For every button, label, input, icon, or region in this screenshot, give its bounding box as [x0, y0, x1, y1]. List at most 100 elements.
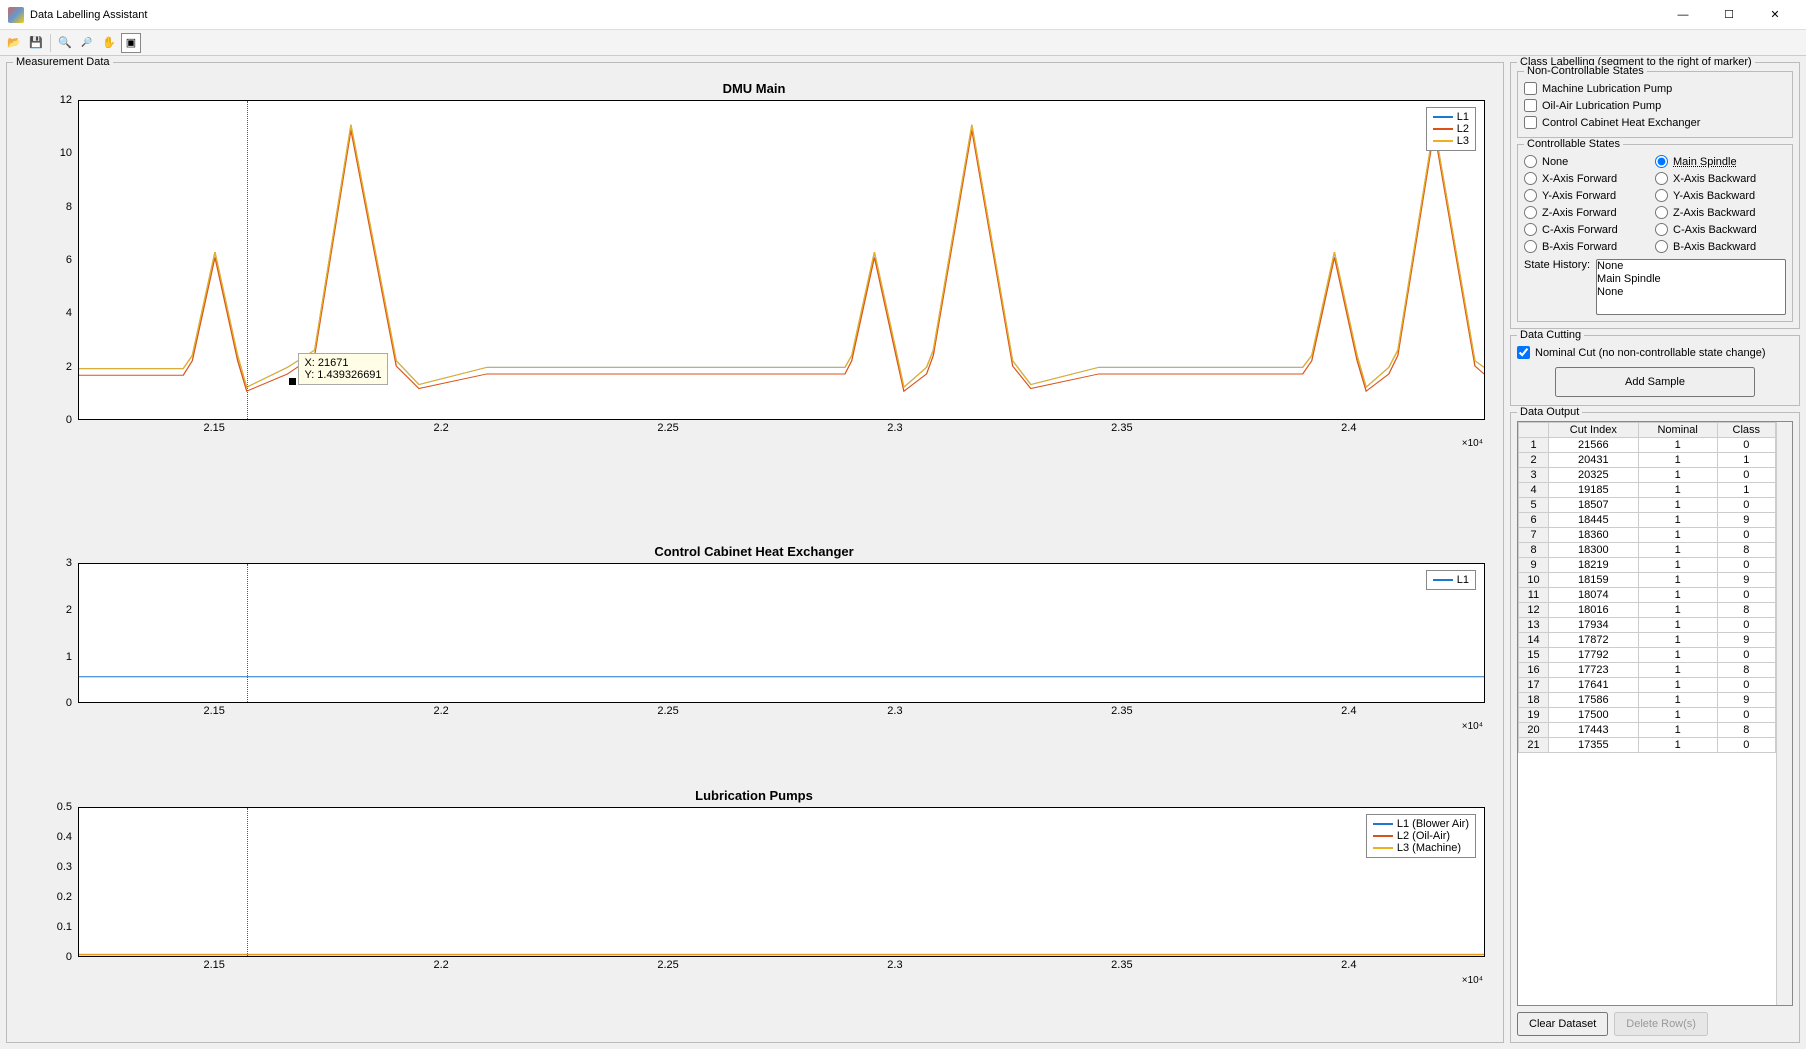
- data-cursor-icon[interactable]: ▣: [121, 33, 141, 53]
- table-row[interactable]: 141787219: [1519, 633, 1776, 648]
- col-header: Class: [1717, 423, 1775, 438]
- zoom-out-icon[interactable]: 🔎: [77, 33, 97, 53]
- table-row[interactable]: 111807410: [1519, 588, 1776, 603]
- ctrl-label: C-Axis Forward: [1542, 224, 1618, 236]
- plot-title-0: DMU Main: [23, 79, 1485, 100]
- x-exponent: ×10⁴: [23, 975, 1485, 989]
- table-row[interactable]: 201744318: [1519, 723, 1776, 738]
- ctrl-label: X-Axis Forward: [1542, 173, 1617, 185]
- ctrl-radio-main spindle[interactable]: [1655, 155, 1668, 168]
- nominal-cut-checkbox[interactable]: [1517, 346, 1530, 359]
- data-output-panel: Data Output Cut IndexNominalClass 121566…: [1510, 412, 1800, 1043]
- ctrl-radio-c-axis forward[interactable]: [1524, 223, 1537, 236]
- x-ticks: 2.152.22.252.32.352.4: [78, 703, 1485, 721]
- plot-axes-1[interactable]: L1: [78, 563, 1485, 703]
- table-row[interactable]: 81830018: [1519, 543, 1776, 558]
- table-row[interactable]: 121801618: [1519, 603, 1776, 618]
- class-labelling-panel: Class Labelling (segment to the right of…: [1510, 62, 1800, 329]
- app-icon: [8, 7, 24, 23]
- y-ticks: 00.10.20.30.40.5: [38, 807, 76, 957]
- table-row[interactable]: 161772318: [1519, 663, 1776, 678]
- data-cutting-panel: Data Cutting Nominal Cut (no non-control…: [1510, 335, 1800, 406]
- table-row[interactable]: 211735510: [1519, 738, 1776, 753]
- datatip-x: X: 21671: [304, 357, 381, 369]
- table-row[interactable]: 101815919: [1519, 573, 1776, 588]
- non-controllable-group: Non-Controllable States Machine Lubricat…: [1517, 71, 1793, 138]
- ctrl-radio-y-axis forward[interactable]: [1524, 189, 1537, 202]
- table-scrollbar[interactable]: [1776, 422, 1792, 1005]
- table-row[interactable]: 61844519: [1519, 513, 1776, 528]
- zoom-in-icon[interactable]: 🔍: [55, 33, 75, 53]
- ctrl-radio-z-axis forward[interactable]: [1524, 206, 1537, 219]
- marker-line[interactable]: [247, 808, 248, 956]
- table-row[interactable]: 181758619: [1519, 693, 1776, 708]
- data-output-title: Data Output: [1517, 406, 1582, 418]
- ctrl-label: B-Axis Forward: [1542, 241, 1617, 253]
- output-table[interactable]: Cut IndexNominalClass 121566102204311132…: [1518, 422, 1776, 753]
- close-button[interactable]: ✕: [1752, 0, 1798, 30]
- state-history-list[interactable]: NoneMain SpindleNone: [1596, 259, 1786, 315]
- ctrl-label: Z-Axis Forward: [1542, 207, 1617, 219]
- ctrl-label: Y-Axis Backward: [1673, 190, 1755, 202]
- col-header: Cut Index: [1549, 423, 1639, 438]
- ctrl-radio-x-axis forward[interactable]: [1524, 172, 1537, 185]
- ctrl-label: Main Spindle: [1673, 156, 1737, 168]
- ctrl-radio-z-axis backward[interactable]: [1655, 206, 1668, 219]
- table-row[interactable]: 151779210: [1519, 648, 1776, 663]
- delete-rows-button[interactable]: Delete Row(s): [1614, 1012, 1708, 1036]
- ctrl-radio-c-axis backward[interactable]: [1655, 223, 1668, 236]
- marker-line[interactable]: [247, 564, 248, 702]
- ctrl-label: Y-Axis Forward: [1542, 190, 1616, 202]
- ctrl-radio-b-axis forward[interactable]: [1524, 240, 1537, 253]
- y-ticks: 0123: [38, 563, 76, 703]
- minimize-button[interactable]: —: [1660, 0, 1706, 30]
- pan-icon[interactable]: ✋: [99, 33, 119, 53]
- nc-label-1: Oil-Air Lubrication Pump: [1542, 100, 1661, 112]
- save-icon[interactable]: 💾: [26, 33, 46, 53]
- plot-axes-0[interactable]: L1L2L3 X: 21671 Y: 1.439326691: [78, 100, 1485, 420]
- table-row[interactable]: 12156610: [1519, 438, 1776, 453]
- ctrl-radio-x-axis backward[interactable]: [1655, 172, 1668, 185]
- x-exponent: ×10⁴: [23, 438, 1485, 452]
- nc-checkbox-1[interactable]: [1524, 99, 1537, 112]
- nc-checkbox-0[interactable]: [1524, 82, 1537, 95]
- ctrl-radio-b-axis backward[interactable]: [1655, 240, 1668, 253]
- table-row[interactable]: 171764110: [1519, 678, 1776, 693]
- table-row[interactable]: 91821910: [1519, 558, 1776, 573]
- table-row[interactable]: 51850710: [1519, 498, 1776, 513]
- datatip[interactable]: X: 21671 Y: 1.439326691: [298, 353, 387, 385]
- ctrl-label: X-Axis Backward: [1673, 173, 1756, 185]
- table-row[interactable]: 131793410: [1519, 618, 1776, 633]
- figure-toolbar: 📂 💾 🔍 🔎 ✋ ▣: [0, 30, 1806, 56]
- nc-label-0: Machine Lubrication Pump: [1542, 83, 1672, 95]
- chart-legend-0[interactable]: L1L2L3: [1426, 107, 1476, 151]
- controllable-group: Controllable States NoneX-Axis ForwardY-…: [1517, 144, 1793, 322]
- marker-line[interactable]: [247, 101, 248, 419]
- table-row[interactable]: 41918511: [1519, 483, 1776, 498]
- ctrl-radio-none[interactable]: [1524, 155, 1537, 168]
- measurement-data-title: Measurement Data: [13, 56, 113, 68]
- nc-checkbox-2[interactable]: [1524, 116, 1537, 129]
- chart-legend-2[interactable]: L1 (Blower Air)L2 (Oil-Air)L3 (Machine): [1366, 814, 1476, 858]
- table-row[interactable]: 32032510: [1519, 468, 1776, 483]
- chart-legend-1[interactable]: L1: [1426, 570, 1476, 590]
- table-row[interactable]: 191750010: [1519, 708, 1776, 723]
- clear-dataset-button[interactable]: Clear Dataset: [1517, 1012, 1608, 1036]
- nc-label-2: Control Cabinet Heat Exchanger: [1542, 117, 1700, 129]
- datatip-marker[interactable]: [289, 378, 296, 385]
- table-row[interactable]: 22043111: [1519, 453, 1776, 468]
- y-ticks: 024681012: [38, 100, 76, 420]
- table-row[interactable]: 71836010: [1519, 528, 1776, 543]
- window-title: Data Labelling Assistant: [30, 9, 1660, 21]
- ctrl-radio-y-axis backward[interactable]: [1655, 189, 1668, 202]
- maximize-button[interactable]: ☐: [1706, 0, 1752, 30]
- datatip-y: Y: 1.439326691: [304, 369, 381, 381]
- open-icon[interactable]: 📂: [4, 33, 24, 53]
- col-header: Nominal: [1638, 423, 1717, 438]
- plot-title-1: Control Cabinet Heat Exchanger: [23, 542, 1485, 563]
- data-cutting-title: Data Cutting: [1517, 329, 1584, 341]
- add-sample-button[interactable]: Add Sample: [1555, 367, 1755, 397]
- ctrl-label: Z-Axis Backward: [1673, 207, 1756, 219]
- non-controllable-title: Non-Controllable States: [1524, 65, 1647, 77]
- plot-axes-2[interactable]: L1 (Blower Air)L2 (Oil-Air)L3 (Machine): [78, 807, 1485, 957]
